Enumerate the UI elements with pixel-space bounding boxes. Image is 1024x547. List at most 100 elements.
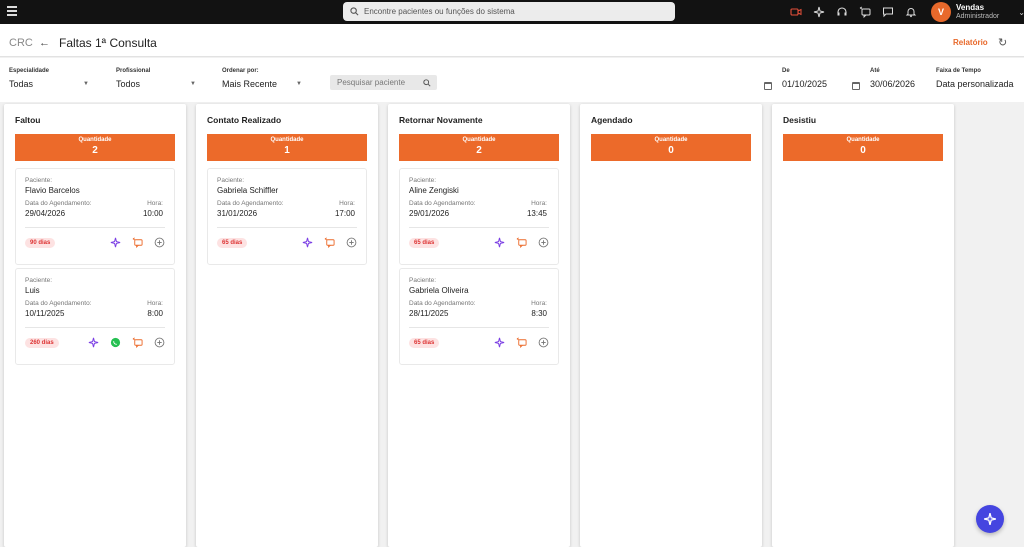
quantity-label: Quantidade <box>846 137 880 143</box>
column-title: Contato Realizado <box>207 115 282 125</box>
faixa-label: Faixa de Tempo <box>936 68 981 74</box>
patient-card[interactable]: Paciente: Flavio Barcelos Data do Agenda… <box>15 168 175 265</box>
patient-search-input[interactable]: Pesquisar paciente <box>330 75 437 90</box>
top-bar: Encontre pacientes ou funções do sistema… <box>0 0 1024 24</box>
quantity-label: Quantidade <box>78 137 112 143</box>
profissional-value: Todos <box>116 79 141 89</box>
message-swap-icon[interactable] <box>130 335 144 349</box>
patient-name: Luis <box>25 286 40 295</box>
days-badge: 260 dias <box>25 338 59 348</box>
sparkle-icon <box>984 513 996 525</box>
headset-icon[interactable] <box>834 4 850 20</box>
sparkle-icon[interactable] <box>811 4 827 20</box>
quantity-box: Quantidade 2 <box>15 134 175 161</box>
patient-label: Paciente: <box>25 177 53 184</box>
message-swap-icon[interactable] <box>322 235 336 249</box>
patient-card[interactable]: Paciente: Gabriela Schiffler Data do Age… <box>207 168 367 265</box>
kanban-column: Contato Realizado Quantidade 1 Paciente:… <box>196 104 378 547</box>
appointment-date: 10/11/2025 <box>25 309 65 318</box>
ordenar-value: Mais Recente <box>222 79 278 89</box>
message-swap-icon[interactable] <box>514 335 528 349</box>
patient-label: Paciente: <box>409 277 437 284</box>
divider <box>25 327 165 328</box>
divider <box>409 327 549 328</box>
especialidade-select[interactable]: Especialidade Todas ▼ <box>9 68 89 89</box>
appointment-time: 8:00 <box>147 309 163 318</box>
profissional-select[interactable]: Profissional Todos ▼ <box>116 68 196 89</box>
global-search-input[interactable]: Encontre pacientes ou funções do sistema <box>343 2 675 21</box>
calendar-icon[interactable] <box>852 82 860 90</box>
ai-sparkle-icon[interactable] <box>86 335 100 349</box>
ai-assistant-button[interactable] <box>976 505 1004 533</box>
column-title: Retornar Novamente <box>399 115 483 125</box>
chevron-down-icon: ▼ <box>296 81 302 87</box>
chat-swap-icon[interactable] <box>857 4 873 20</box>
ate-date-field[interactable]: Até 30/06/2026 <box>870 68 930 89</box>
ordenar-select[interactable]: Ordenar por: Mais Recente ▼ <box>222 68 302 89</box>
whatsapp-icon[interactable] <box>108 335 122 349</box>
page-title: Faltas 1ª Consulta <box>59 36 157 50</box>
refresh-icon[interactable]: ↻ <box>998 36 1007 49</box>
add-circle-icon[interactable] <box>344 235 358 249</box>
breadcrumb[interactable]: CRC <box>9 37 33 49</box>
chevron-down-icon: ▼ <box>83 81 89 87</box>
especialidade-value: Todas <box>9 79 34 89</box>
quantity-value: 0 <box>668 145 674 156</box>
divider <box>25 227 165 228</box>
calendar-icon[interactable] <box>764 82 772 90</box>
appointment-date: 29/04/2026 <box>25 209 66 218</box>
appointment-date: 28/11/2025 <box>409 309 449 318</box>
de-label: De <box>782 68 790 74</box>
patient-label: Paciente: <box>409 177 437 184</box>
days-badge: 65 dias <box>217 238 248 248</box>
especialidade-label: Especialidade <box>9 68 50 74</box>
quantity-box: Quantidade 0 <box>591 134 751 161</box>
filter-bar: Especialidade Todas ▼ Profissional Todos ▼… <box>0 58 1024 102</box>
quantity-value: 2 <box>476 145 482 156</box>
add-circle-icon[interactable] <box>536 235 550 249</box>
ai-sparkle-icon[interactable] <box>492 335 506 349</box>
chevron-down-icon: ▼ <box>190 81 196 87</box>
bell-icon[interactable] <box>903 4 919 20</box>
patient-name: Flavio Barcelos <box>25 186 80 195</box>
patient-name: Gabriela Oliveira <box>409 286 469 295</box>
ai-sparkle-icon[interactable] <box>300 235 314 249</box>
patient-name: Gabriela Schiffler <box>217 186 279 195</box>
user-menu[interactable]: V Vendas Administrador ⌄ <box>931 1 1024 23</box>
message-swap-icon[interactable] <box>130 235 144 249</box>
appointment-date-label: Data do Agendamento: <box>217 200 284 207</box>
add-circle-icon[interactable] <box>536 335 550 349</box>
add-circle-icon[interactable] <box>152 335 166 349</box>
message-icon[interactable] <box>880 4 896 20</box>
quantity-value: 2 <box>92 145 98 156</box>
appointment-time-label: Hora: <box>147 200 163 207</box>
message-swap-icon[interactable] <box>514 235 528 249</box>
ai-sparkle-icon[interactable] <box>492 235 506 249</box>
back-arrow-icon[interactable]: ← <box>39 37 50 49</box>
patient-card[interactable]: Paciente: Luis Data do Agendamento: 10/1… <box>15 268 175 365</box>
report-button[interactable]: Relatório <box>953 38 988 47</box>
appointment-time: 8:30 <box>531 309 547 318</box>
appointment-date-label: Data do Agendamento: <box>25 300 92 307</box>
appointment-time-label: Hora: <box>531 200 547 207</box>
avatar: V <box>931 2 951 22</box>
appointment-date: 31/01/2026 <box>217 209 258 218</box>
days-badge: 65 dias <box>409 338 440 348</box>
days-badge: 65 dias <box>409 238 440 248</box>
ai-sparkle-icon[interactable] <box>108 235 122 249</box>
ate-value: 30/06/2026 <box>870 79 916 89</box>
divider <box>409 227 549 228</box>
faixa-select[interactable]: Faixa de Tempo Data personalizada <box>936 68 1020 89</box>
user-name: Vendas <box>956 3 985 12</box>
add-circle-icon[interactable] <box>152 235 166 249</box>
appointment-time: 17:00 <box>334 209 355 218</box>
patient-card[interactable]: Paciente: Aline Zengiski Data do Agendam… <box>399 168 559 265</box>
patient-card[interactable]: Paciente: Gabriela Oliveira Data do Agen… <box>399 268 559 365</box>
de-date-field[interactable]: De 01/10/2025 <box>782 68 842 89</box>
ordenar-label: Ordenar por: <box>222 68 259 74</box>
quantity-label: Quantidade <box>654 137 688 143</box>
column-title: Faltou <box>15 115 41 125</box>
quantity-value: 1 <box>284 145 290 156</box>
video-icon[interactable] <box>788 4 804 20</box>
menu-icon[interactable] <box>7 6 17 18</box>
